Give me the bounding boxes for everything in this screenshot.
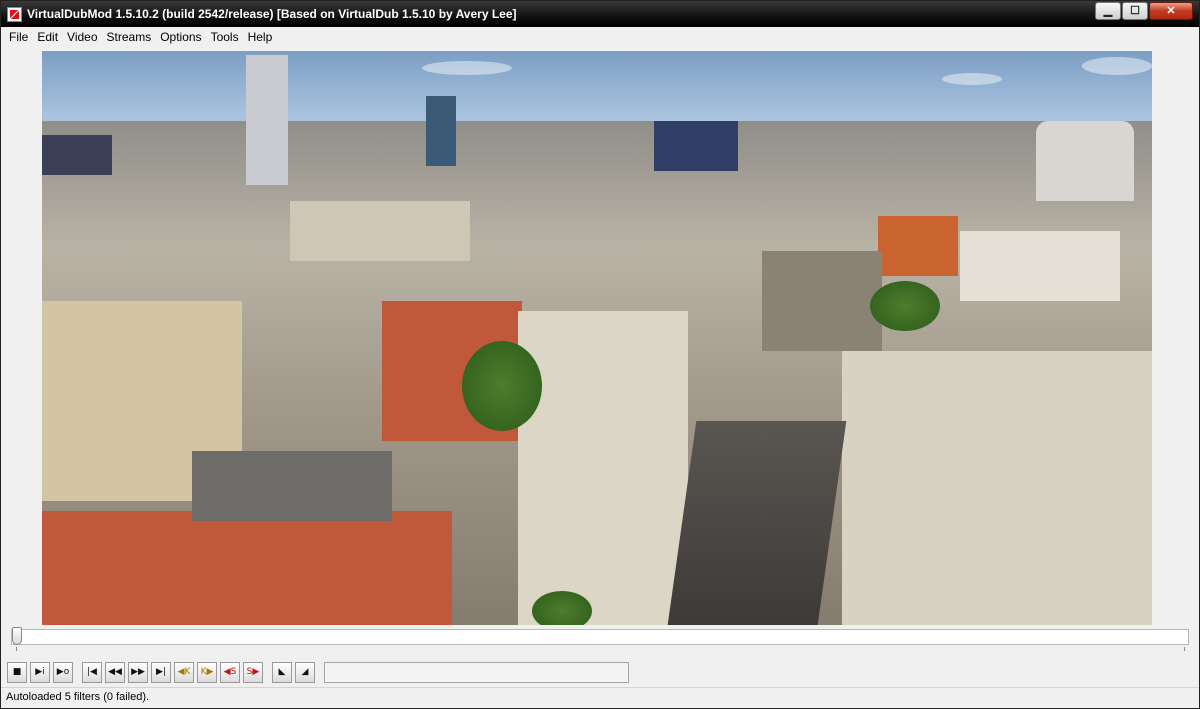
- menu-file[interactable]: File: [5, 27, 33, 47]
- seek-thumb[interactable]: [12, 627, 22, 645]
- go-end-icon[interactable]: ▶|: [151, 662, 171, 683]
- playback-toolbar: ■ ▶i ▶o |◀ ◀◀ ▶▶ ▶| ◀K K▶ ◀S S▶ ◣ ◢: [1, 661, 1199, 685]
- menu-help[interactable]: Help: [244, 27, 278, 47]
- title-bar[interactable]: VirtualDubMod 1.5.10.2 (build 2542/relea…: [1, 1, 1199, 27]
- video-road: [667, 421, 847, 625]
- minimize-button[interactable]: ▁: [1095, 2, 1121, 20]
- mark-out-icon[interactable]: ◢: [295, 662, 315, 683]
- seek-bar[interactable]: [1, 627, 1199, 655]
- frame-position-field: [324, 662, 629, 683]
- app-icon[interactable]: [7, 7, 22, 22]
- play-output-icon[interactable]: ▶o: [53, 662, 73, 683]
- video-pane: [1, 47, 1199, 627]
- menu-options[interactable]: Options: [156, 27, 206, 47]
- prev-keyframe-icon[interactable]: ◀K: [174, 662, 194, 683]
- mark-in-icon[interactable]: ◣: [272, 662, 292, 683]
- window-title: VirtualDubMod 1.5.10.2 (build 2542/relea…: [27, 7, 517, 21]
- menu-video[interactable]: Video: [63, 27, 102, 47]
- window-controls: ▁ ☐ ✕: [1094, 2, 1193, 20]
- menu-bar: File Edit Video Streams Options Tools He…: [1, 27, 1199, 47]
- step-back-icon[interactable]: ◀◀: [105, 662, 125, 683]
- menu-streams[interactable]: Streams: [103, 27, 157, 47]
- video-frame: [42, 51, 1152, 625]
- seek-track[interactable]: [11, 629, 1189, 645]
- status-text: Autoloaded 5 filters (0 failed).: [6, 691, 150, 703]
- close-button[interactable]: ✕: [1149, 2, 1193, 20]
- prev-scene-icon[interactable]: ◀S: [220, 662, 240, 683]
- menu-tools[interactable]: Tools: [207, 27, 244, 47]
- status-bar: Autoloaded 5 filters (0 failed).: [1, 687, 1199, 708]
- stop-icon[interactable]: ■: [7, 662, 27, 683]
- next-keyframe-icon[interactable]: K▶: [197, 662, 217, 683]
- go-start-icon[interactable]: |◀: [82, 662, 102, 683]
- app-window: VirtualDubMod 1.5.10.2 (build 2542/relea…: [0, 0, 1200, 709]
- play-input-icon[interactable]: ▶i: [30, 662, 50, 683]
- video-cityscape: [42, 55, 1152, 625]
- step-forward-icon[interactable]: ▶▶: [128, 662, 148, 683]
- next-scene-icon[interactable]: S▶: [243, 662, 263, 683]
- maximize-button[interactable]: ☐: [1122, 2, 1148, 20]
- menu-edit[interactable]: Edit: [33, 27, 63, 47]
